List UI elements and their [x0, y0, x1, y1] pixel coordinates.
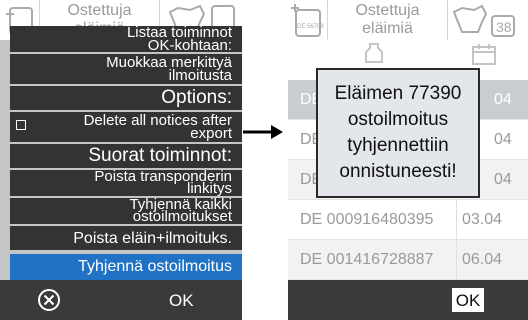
- menu-item-edit-notice[interactable]: Muokkaa merkittyä ilmoitusta: [10, 54, 242, 84]
- menu-item-label: OK-kohtaan:: [147, 37, 232, 52]
- animal-tag-icon: [291, 4, 321, 37]
- menu-item-label: Poista eläin+ilmoituks.: [73, 230, 232, 247]
- screen-title-line1: Ostettuja: [355, 2, 420, 19]
- menu-item-label: ilmoitusta: [168, 67, 232, 84]
- bottle-icon: [365, 43, 383, 63]
- list-item[interactable]: DE 000916480395 03.04: [288, 200, 528, 240]
- dialog-message-line: Eläimen 77390: [334, 83, 462, 104]
- menu-header-label: Options:: [161, 87, 232, 108]
- menu-item-label: linkitys: [186, 180, 232, 196]
- right-header: DE 56789 Ostettuja eläimiä 38: [288, 0, 528, 40]
- menu-item-label: export: [190, 125, 232, 142]
- animal-id: DE 001416728887: [300, 251, 434, 268]
- count-badge: 38: [496, 19, 512, 35]
- menu-header-label: Suorat toiminnot:: [88, 145, 232, 166]
- menu-item-remove-animal-and-notice[interactable]: Poista eläin+ilmoituks.: [10, 226, 242, 250]
- dialog-message-line: tyhjennettiin: [347, 135, 449, 156]
- ok-button[interactable]: OK: [452, 288, 484, 312]
- menu-item-label: ostoilmoitukset: [132, 208, 232, 224]
- ok-button-label: OK: [455, 291, 481, 310]
- cancel-button[interactable]: [38, 289, 60, 311]
- purchase-date: 04: [494, 91, 512, 108]
- screen-title-line1: Ostettuja: [67, 2, 132, 19]
- menu-item-delete-after-export[interactable]: Delete all notices after export: [10, 112, 242, 142]
- animal-id: DE 000916480395: [300, 211, 434, 228]
- menu-item-label: Tyhjennä ostoilmoitus: [78, 258, 232, 275]
- list-item[interactable]: DE 001416728887 06.04: [288, 240, 528, 280]
- menu-item-clear-all-notices[interactable]: Tyhjennä kaikki ostoilmoitukset: [10, 198, 242, 224]
- prev-page-button[interactable]: DE 56789: [288, 0, 328, 40]
- column-divider: [456, 200, 457, 240]
- screen-title-line2: eläimiä: [362, 20, 413, 37]
- menu-header-direct-actions: Suorat toiminnot:: [10, 144, 242, 168]
- menu-item-list-actions[interactable]: Listaa toiminnot OK-kohtaan:: [10, 26, 242, 52]
- menu-item-clear-notice[interactable]: Tyhjennä ostoilmoitus: [10, 254, 242, 280]
- menu-header-options: Options:: [10, 86, 242, 110]
- purchase-date: 06.04: [462, 251, 503, 268]
- calendar-icon: [472, 44, 496, 65]
- success-dialog: Eläimen 77390 ostoilmoitus tyhjennettiin…: [316, 68, 480, 198]
- close-circle-icon: [38, 289, 60, 311]
- tag-badge-text: DE 56789: [297, 24, 324, 30]
- left-screen: Ostettuja eläimiä Listaa toiminnot OK-ko…: [0, 0, 242, 320]
- cow-count-button[interactable]: 38: [448, 0, 528, 40]
- arrow-right-icon: [243, 125, 283, 139]
- delete-after-export-checkbox[interactable]: [16, 120, 26, 130]
- left-footer: OK: [0, 280, 242, 320]
- purchase-date: 04: [494, 171, 512, 188]
- right-screen: DE 56789 Ostettuja eläimiä 38 DE 04 DE 0…: [288, 0, 528, 320]
- right-footer: OK: [288, 280, 528, 320]
- purchase-date: 03.04: [462, 211, 503, 228]
- screen-title: Ostettuja eläimiä: [328, 0, 448, 40]
- purchase-date: 04: [494, 131, 512, 148]
- dialog-message-line: onnistuneesti!: [339, 161, 457, 182]
- column-divider: [456, 240, 457, 280]
- ok-button[interactable]: OK: [169, 291, 194, 311]
- cow-icon: [452, 4, 515, 37]
- menu-item-remove-transponder-link[interactable]: Poista transponderin linkitys: [10, 170, 242, 196]
- dialog-message-line: ostoilmoitus: [347, 109, 449, 130]
